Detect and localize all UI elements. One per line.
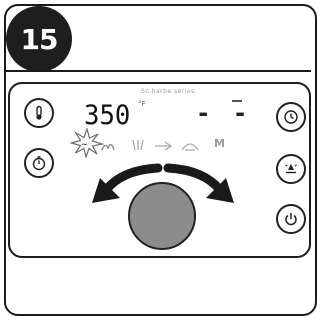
mode-icon-row: ~ M	[70, 128, 236, 162]
header-divider	[6, 70, 311, 72]
svg-text:~: ~	[81, 140, 88, 149]
sear-burst-icon: ~	[70, 128, 104, 158]
thermometer-icon	[36, 105, 42, 120]
temperature-readout: 350	[84, 100, 131, 131]
control-knob[interactable]	[128, 182, 196, 250]
manual-mode-label: M	[214, 137, 225, 150]
timer-button[interactable]	[24, 148, 54, 178]
smoke-icon	[181, 143, 199, 151]
power-icon	[285, 213, 297, 226]
power-button[interactable]	[276, 204, 306, 234]
fan-button[interactable]	[276, 154, 306, 184]
step-number-badge: 15	[6, 6, 72, 72]
secondary-unit-mark	[232, 100, 242, 102]
grill-icon	[132, 139, 144, 151]
bake-icon	[101, 143, 115, 151]
clock-button[interactable]	[276, 102, 306, 132]
brand-label: Sc.harbe series	[141, 88, 195, 95]
temperature-unit: °F	[138, 100, 146, 108]
roast-icon	[155, 141, 172, 151]
clock-icon	[284, 110, 298, 124]
fan-icon	[285, 164, 297, 174]
probe-button[interactable]	[24, 98, 54, 128]
timer-icon	[32, 156, 46, 171]
secondary-readout: - -	[196, 99, 252, 127]
